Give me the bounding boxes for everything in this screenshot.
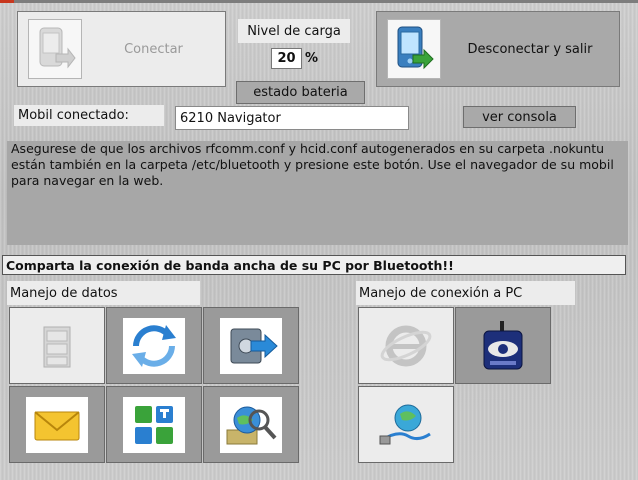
pc-connection-label: Manejo de conexión a PC [356, 281, 575, 305]
backup-transfer-button[interactable] [203, 307, 299, 384]
charge-unit-label: % [305, 51, 319, 66]
battery-status-button[interactable]: estado bateria [236, 81, 365, 104]
phone-modem-button[interactable] [455, 307, 551, 384]
view-console-button[interactable]: ver consola [463, 106, 576, 128]
web-search-icon [220, 396, 282, 453]
charge-level-label: Nivel de carga [238, 19, 350, 43]
messages-button[interactable] [9, 386, 105, 463]
applications-button[interactable] [106, 386, 202, 463]
mobile-connected-label: Mobil conectado: [14, 105, 164, 126]
sync-button[interactable] [106, 307, 202, 384]
backup-transfer-icon [220, 317, 282, 374]
disconnect-exit-button[interactable]: Desconectar y salir [376, 11, 620, 87]
share-bandwidth-banner: Comparta la conexión de banda ancha de s… [2, 255, 626, 275]
file-cabinet-icon [26, 317, 88, 374]
data-management-label: Manejo de datos [7, 281, 200, 305]
instructions-text[interactable]: Asegurese de que los archivos rfcomm.con… [7, 141, 628, 245]
internet-explorer-icon [375, 317, 437, 374]
phone-disconnect-icon [387, 19, 441, 79]
sync-icon [123, 317, 185, 374]
usb-network-button[interactable] [358, 386, 454, 463]
connect-label: Conectar [124, 41, 183, 57]
file-cabinet-button[interactable] [9, 307, 105, 384]
phone-connect-icon [28, 19, 82, 79]
charge-level-field[interactable]: 20 [271, 48, 302, 69]
title-strip [0, 0, 638, 3]
usb-network-icon [375, 396, 437, 453]
disconnect-label: Desconectar y salir [467, 41, 593, 57]
connect-button[interactable]: Conectar [17, 11, 226, 87]
mobile-name-field[interactable]: 6210 Navigator [175, 106, 409, 130]
phone-modem-icon [472, 317, 534, 374]
apps-grid-icon [123, 396, 185, 453]
messages-envelope-icon [26, 396, 88, 453]
internet-browser-button[interactable] [358, 307, 454, 384]
web-search-button[interactable] [203, 386, 299, 463]
title-strip-accent [0, 0, 14, 3]
